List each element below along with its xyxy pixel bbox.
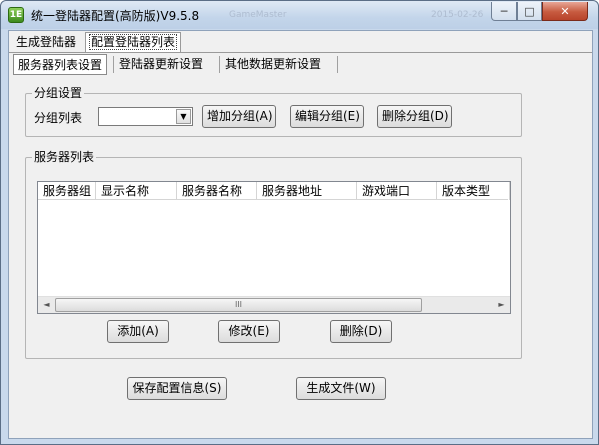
title-bar[interactable]: 1E 统一登陆器配置(高防版)V9.5.8 GameMaster 2015-02… — [1, 1, 598, 29]
app-icon: 1E — [8, 7, 24, 23]
scroll-thumb[interactable]: III — [55, 298, 422, 312]
save-config-button[interactable]: 保存配置信息(S) — [127, 377, 227, 400]
column-header-version-type[interactable]: 版本类型 — [437, 182, 510, 200]
column-header-server-group[interactable]: 服务器组 — [38, 182, 96, 200]
inner-tab-separator — [337, 56, 338, 73]
group-settings-box: 分组设置 分组列表 ▼ 增加分组(A) 编辑分组(E) 删除分组(D) — [25, 86, 522, 137]
group-list-select[interactable]: ▼ — [98, 107, 193, 126]
modify-server-button[interactable]: 修改(E) — [218, 320, 280, 343]
inner-tab-separator — [219, 56, 220, 73]
tab-configure-launcher-list-label: 配置登陆器列表 — [89, 34, 178, 50]
minimize-button[interactable]: ─ — [491, 2, 517, 21]
title-ghost-text-left: GameMaster — [229, 10, 287, 20]
horizontal-scrollbar[interactable]: ◄ III ► — [38, 296, 510, 313]
outer-tab-divider — [9, 52, 592, 53]
generate-file-button[interactable]: 生成文件(W) — [296, 377, 386, 400]
main-window: 1E 统一登陆器配置(高防版)V9.5.8 GameMaster 2015-02… — [0, 0, 599, 445]
add-group-button[interactable]: 增加分组(A) — [202, 105, 276, 128]
delete-group-button[interactable]: 删除分组(D) — [377, 105, 452, 128]
server-list-legend: 服务器列表 — [32, 150, 97, 164]
edit-group-button[interactable]: 编辑分组(E) — [290, 105, 364, 128]
delete-server-button[interactable]: 删除(D) — [330, 320, 392, 343]
scroll-right-icon[interactable]: ► — [493, 297, 510, 313]
column-header-server-name[interactable]: 服务器名称 — [177, 182, 257, 200]
group-list-label: 分组列表 — [34, 111, 83, 125]
column-header-display-name[interactable]: 显示名称 — [96, 182, 177, 200]
server-list-table[interactable]: 服务器组 显示名称 服务器名称 服务器地址 游戏端口 版本类型 ◄ III ► — [37, 181, 511, 314]
tab-generate-launcher[interactable]: 生成登陆器 — [13, 33, 79, 53]
tab-other-data-update-settings[interactable]: 其他数据更新设置 — [221, 54, 325, 75]
close-button[interactable]: ✕ — [542, 2, 588, 21]
inner-tab-separator — [113, 56, 114, 73]
column-header-game-port[interactable]: 游戏端口 — [357, 182, 437, 200]
tab-launcher-update-settings[interactable]: 登陆器更新设置 — [115, 54, 207, 75]
title-ghost-text-right: 2015-02-26 — [431, 10, 484, 20]
client-area: 生成登陆器 配置登陆器列表 服务器列表设置 登陆器更新设置 其他数据更新设置 分… — [8, 30, 593, 439]
scroll-left-icon[interactable]: ◄ — [38, 297, 55, 313]
server-list-box: 服务器列表 服务器组 显示名称 服务器名称 服务器地址 游戏端口 版本类型 ◄ … — [25, 150, 522, 359]
tab-configure-launcher-list[interactable]: 配置登陆器列表 — [85, 32, 182, 52]
add-server-button[interactable]: 添加(A) — [107, 320, 169, 343]
maximize-button[interactable]: □ — [517, 2, 542, 21]
column-header-server-address[interactable]: 服务器地址 — [257, 182, 357, 200]
window-title: 统一登陆器配置(高防版)V9.5.8 — [31, 9, 200, 23]
table-header: 服务器组 显示名称 服务器名称 服务器地址 游戏端口 版本类型 — [38, 182, 510, 200]
group-settings-legend: 分组设置 — [32, 86, 85, 100]
minimize-icon: ─ — [500, 4, 508, 18]
maximize-icon: □ — [524, 4, 535, 18]
tab-server-list-settings[interactable]: 服务器列表设置 — [13, 54, 108, 75]
chevron-down-icon[interactable]: ▼ — [176, 109, 191, 124]
close-icon: ✕ — [560, 4, 570, 18]
